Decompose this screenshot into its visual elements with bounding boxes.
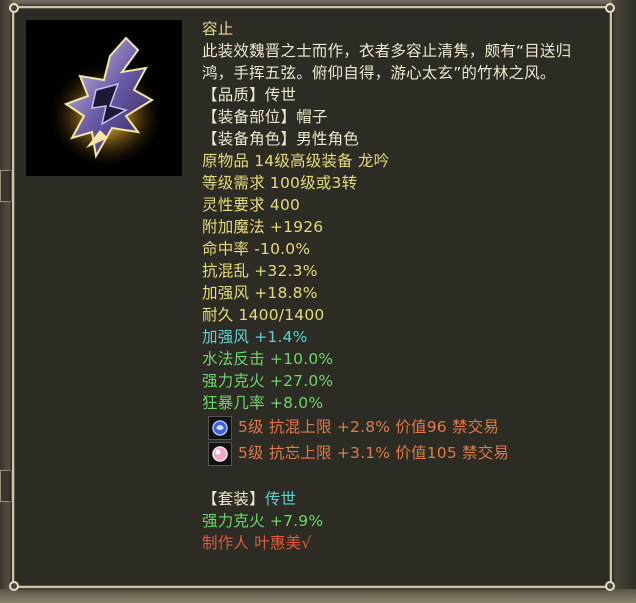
blue-gem-icon	[208, 416, 232, 440]
stat-water-counter: 水法反击 +10.0%	[202, 350, 334, 368]
corner-ornament	[605, 581, 615, 591]
background-inventory-slot	[0, 170, 12, 202]
maker-line: 制作人 叶惠美√	[202, 534, 312, 552]
stat-magic: 附加魔法 +1926	[202, 218, 324, 236]
hat-equipment-icon	[26, 20, 182, 176]
set-bonus: 强力克火 +7.9%	[202, 512, 324, 530]
stat-special-wind-boost: 加强风 +1.4%	[202, 328, 308, 346]
stat-wind-boost: 加强风 +18.8%	[202, 284, 318, 302]
background-inventory-slot	[0, 470, 12, 502]
stat-level-requirement: 等级需求 100级或3转	[202, 174, 358, 192]
item-tooltip: 容止 此装效魏晋之士而作，衣者多容止清隽，颇有“目送归鸿，手挥五弦。俯仰自得，游…	[9, 3, 615, 591]
stat-base-item: 原物品 14级高级装备 龙吟	[202, 152, 390, 170]
corner-ornament	[9, 581, 19, 591]
background-ui-right	[612, 0, 636, 603]
stat-hit-rate: 命中率 -10.0%	[202, 240, 311, 258]
stat-chaos-resist: 抗混乱 +32.3%	[202, 262, 318, 280]
item-role: 【装备角色】男性角色	[202, 130, 360, 148]
item-slot: 【装备部位】帽子	[202, 108, 328, 126]
stat-berserk-rate: 狂暴几率 +8.0%	[202, 394, 324, 412]
stat-durability: 耐久 1400/1400	[202, 306, 325, 324]
item-name: 容止	[202, 20, 234, 38]
background-ui-left	[0, 0, 12, 603]
item-quality: 【品质】传世	[202, 86, 297, 104]
gem-text: 5级 抗混上限 +2.8% 价值96 禁交易	[238, 418, 500, 436]
item-description: 此装效魏晋之士而作，衣者多容止清隽，颇有“目送归鸿，手挥五弦。俯仰自得，游心太玄…	[202, 42, 572, 82]
corner-ornament	[9, 3, 19, 13]
stat-spirit-requirement: 灵性要求 400	[202, 196, 301, 214]
set-line: 【套装】传世	[202, 488, 602, 510]
set-name: 传世	[264, 490, 297, 508]
item-details: 容止 此装效魏晋之士而作，衣者多容止清隽，颇有“目送归鸿，手挥五弦。俯仰自得，游…	[202, 18, 602, 554]
gem-row: 5级 抗忘上限 +3.1% 价值105 禁交易	[202, 440, 602, 466]
corner-ornament	[605, 3, 615, 13]
stat-fire-counter: 强力克火 +27.0%	[202, 372, 334, 390]
background-ui-bottom	[0, 589, 636, 603]
gem-row: 5级 抗混上限 +2.8% 价值96 禁交易	[202, 414, 602, 440]
gem-text: 5级 抗忘上限 +3.1% 价值105 禁交易	[238, 444, 510, 462]
set-prefix: 【套装】	[202, 490, 265, 508]
pink-gem-icon	[208, 442, 232, 466]
